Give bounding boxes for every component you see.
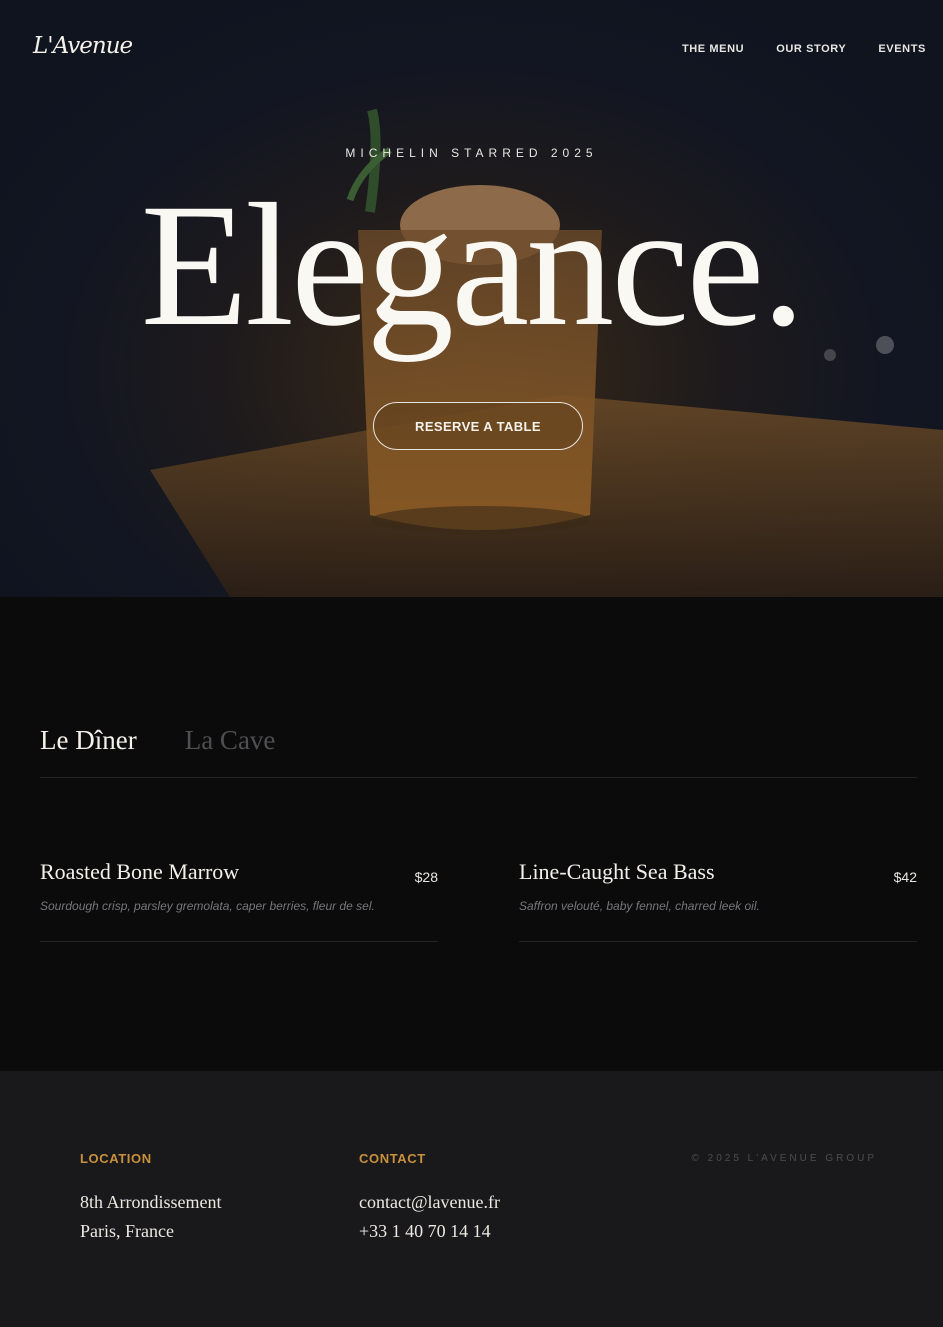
top-nav: L'Avenue THE MENU OUR STORY EVENTS — [0, 0, 943, 100]
menu-item-price: $28 — [414, 869, 438, 885]
hero-section: L'Avenue THE MENU OUR STORY EVENTS MICHE… — [0, 0, 943, 597]
copyright: © 2025 L'AVENUE GROUP — [691, 1153, 877, 1164]
menu-item-name: Line-Caught Sea Bass — [519, 859, 715, 884]
menu-tabs: Le Dîner La Cave — [40, 725, 917, 778]
hero-headline: Elegance. — [140, 168, 806, 363]
footer-contact-heading: CONTACT — [359, 1151, 426, 1166]
nav-links: THE MENU OUR STORY EVENTS — [682, 43, 926, 55]
footer-location: LOCATION 8th Arrondissement Paris, Franc… — [80, 1151, 222, 1246]
menu-item: Roasted Bone Marrow $28 Sourdough crisp,… — [40, 859, 438, 942]
menu-item-name: Roasted Bone Marrow — [40, 859, 240, 884]
menu-item-description: Sourdough crisp, parsley gremolata, cape… — [40, 899, 375, 913]
footer-location-heading: LOCATION — [80, 1151, 152, 1166]
menu-item: Line-Caught Sea Bass $42 Saffron velouté… — [519, 859, 917, 942]
nav-link-our-story[interactable]: OUR STORY — [776, 43, 846, 55]
tab-la-cave[interactable]: La Cave — [185, 725, 276, 777]
contact-email-link[interactable]: contact@lavenue.fr — [359, 1188, 500, 1217]
logo[interactable]: L'Avenue — [33, 33, 133, 59]
footer-location-line: 8th Arrondissement — [80, 1192, 222, 1212]
footer-contact: CONTACT contact@lavenue.fr +33 1 40 70 1… — [359, 1151, 500, 1246]
reserve-table-button[interactable]: RESERVE A TABLE — [373, 402, 583, 450]
footer: LOCATION 8th Arrondissement Paris, Franc… — [0, 1071, 943, 1327]
menu-section: Le Dîner La Cave Roasted Bone Marrow $28… — [0, 597, 943, 1071]
tab-le-diner[interactable]: Le Dîner — [40, 725, 137, 777]
nav-link-the-menu[interactable]: THE MENU — [682, 43, 744, 55]
menu-item-description: Saffron velouté, baby fennel, charred le… — [519, 899, 760, 913]
nav-link-events[interactable]: EVENTS — [878, 43, 926, 55]
contact-phone-link[interactable]: +33 1 40 70 14 14 — [359, 1217, 500, 1246]
menu-item-price: $42 — [893, 869, 917, 885]
hero-kicker: MICHELIN STARRED 2025 — [345, 146, 598, 160]
footer-location-line: Paris, France — [80, 1221, 174, 1241]
